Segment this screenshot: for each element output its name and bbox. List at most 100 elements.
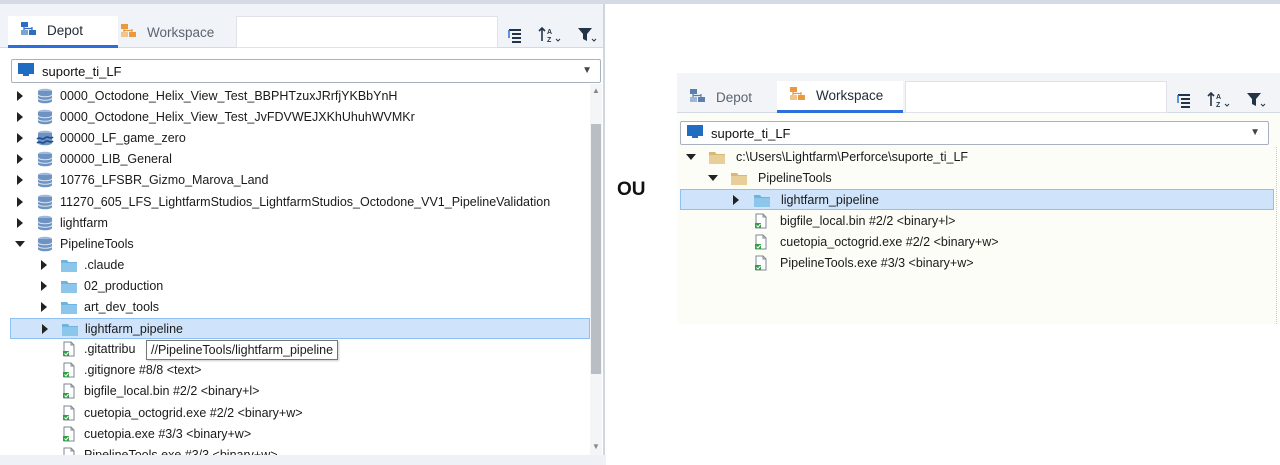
tree-item-label: 10776_LFSBR_Gizmo_Marova_Land [60, 173, 269, 188]
expand-arrow-right-icon[interactable] [14, 132, 26, 144]
tree-view-icon[interactable] [1172, 89, 1198, 111]
tree-item-cuetopia-octogrid-exe-2-2-binary-w[interactable]: cuetopia_octogrid.exe #2/2 <binary+w> [10, 403, 590, 424]
sort-icon[interactable]: AZ [1206, 89, 1232, 111]
folder-icon [60, 257, 78, 273]
tree-item-label: c:\Users\Lightfarm\Perforce\suporte_ti_L… [736, 150, 969, 164]
tree-item-00000-lib-general[interactable]: 00000_LIB_General [10, 149, 590, 170]
tree-item-label: lightfarm_pipeline [781, 193, 879, 208]
filter-icon[interactable] [574, 24, 600, 46]
scroll-down-arrow[interactable]: ▼ [591, 442, 601, 452]
tree-item-label: art_dev_tools [84, 300, 160, 314]
local-folder-icon [708, 149, 726, 165]
tab-depot-label: Depot [716, 89, 753, 105]
tree-item-label: cuetopia.exe #3/3 <binary+w> [84, 426, 252, 441]
tab-workspace-label: Workspace [816, 88, 884, 103]
vertical-scrollbar[interactable]: ▲ ▼ [590, 84, 602, 455]
tree-item-label: lightfarm [60, 215, 108, 230]
tree-item-c-users-lightfarm-perforce-suporte-ti-lf[interactable]: c:\Users\Lightfarm\Perforce\suporte_ti_L… [680, 147, 1274, 168]
tab-bar: Depot Workspace AZ [0, 4, 603, 48]
expand-arrow-right-icon[interactable] [39, 323, 51, 335]
tab-depot[interactable]: Depot [677, 81, 781, 113]
sort-icon[interactable]: AZ [537, 24, 563, 46]
expand-arrow-right-icon[interactable] [38, 301, 50, 313]
depot-tree: 0000_Octodone_Helix_View_Test_BBPHTzuxJR… [10, 84, 590, 455]
tab-bar: Depot Workspace AZ [677, 73, 1280, 113]
tree-item-cuetopia-octogrid-exe-2-2-binary-w[interactable]: cuetopia_octogrid.exe #2/2 <binary+w> [680, 232, 1274, 253]
tree-item-label: lightfarm_pipeline [85, 322, 183, 337]
depot-database-icon [36, 172, 54, 188]
expand-arrow-right-icon[interactable] [38, 280, 50, 292]
vertical-scrollbar[interactable] [1276, 147, 1280, 324]
tab-workspace[interactable]: Workspace [777, 81, 903, 113]
tree-item-label: cuetopia_octogrid.exe #2/2 <binary+w> [84, 405, 303, 420]
depot-database-icon [36, 109, 54, 125]
tree-item-gitignore-8-8-text[interactable]: .gitignore #8/8 <text> [10, 360, 590, 381]
filter-icon[interactable] [1243, 89, 1269, 111]
expand-arrow-right-icon[interactable] [14, 153, 26, 165]
depot-database-icon [36, 236, 54, 252]
tree-item-label: 02_production [84, 278, 164, 293]
tree-item-lightfarm-pipeline[interactable]: lightfarm_pipeline [10, 318, 590, 340]
tree-item-bigfile-local-bin-2-2-binary-l[interactable]: bigfile_local.bin #2/2 <binary+l> [10, 381, 590, 402]
folder-icon [753, 192, 771, 208]
tree-item-pipelinetools-exe-3-3-binary-w[interactable]: PipelineTools.exe #3/3 <binary+w> [10, 445, 590, 455]
tree-item-art-dev-tools[interactable]: art_dev_tools [10, 297, 590, 318]
expand-arrow-right-icon[interactable] [14, 174, 26, 186]
tab-bar-spacer [905, 81, 1167, 113]
monitor-icon [17, 62, 35, 81]
tree-item-lightfarm-pipeline[interactable]: lightfarm_pipeline [680, 189, 1274, 211]
tree-item-11270-605-lfs-lightfarmstudios-lightfarmstudios-octodone-vv1-pipelinevalidation[interactable]: 11270_605_LFS_LightfarmStudios_Lightfarm… [10, 192, 590, 213]
tree-item-label: 0000_Octodone_Helix_View_Test_BBPHTzuxJR… [60, 89, 398, 103]
tree-item-pipelinetools-exe-3-3-binary-w[interactable]: PipelineTools.exe #3/3 <binary+w> [680, 253, 1274, 274]
expand-arrow-down-icon[interactable] [685, 151, 697, 163]
tree-item-label: .claude [84, 257, 125, 272]
tab-workspace[interactable]: Workspace [108, 16, 234, 48]
expand-arrow-right-icon[interactable] [38, 259, 50, 271]
tree-item-02-production[interactable]: 02_production [10, 276, 590, 297]
workspace-selector[interactable]: suporte_ti_LF ▼ [680, 121, 1269, 145]
tree-item-bigfile-local-bin-2-2-binary-l[interactable]: bigfile_local.bin #2/2 <binary+l> [680, 211, 1274, 232]
workspace-selector[interactable]: suporte_ti_LF ▼ [11, 59, 601, 83]
expand-arrow-down-icon[interactable] [707, 172, 719, 184]
tree-view-icon[interactable] [503, 24, 529, 46]
tree-item-label: cuetopia_octogrid.exe #2/2 <binary+w> [780, 234, 999, 249]
tree-item-pipelinetools[interactable]: PipelineTools [680, 168, 1274, 189]
tree-item-label: 00000_LF_game_zero [60, 131, 186, 146]
workspace-view-panel: Depot Workspace AZ suporte_ti_LF ▼ c:\Us… [677, 73, 1280, 324]
expand-arrow-down-icon[interactable] [14, 238, 26, 250]
tab-depot[interactable]: Depot [8, 16, 118, 48]
file-icon [752, 234, 770, 250]
file-icon [60, 362, 78, 378]
expand-arrow-right-icon[interactable] [14, 196, 26, 208]
tree-item-pipelinetools[interactable]: PipelineTools [10, 234, 590, 255]
expand-arrow-right-icon[interactable] [14, 90, 26, 102]
depot-database-icon [36, 151, 54, 167]
svg-text:A: A [1216, 94, 1221, 101]
expand-arrow-right-icon[interactable] [730, 194, 742, 206]
svg-text:Z: Z [547, 37, 552, 44]
expand-arrow-right-icon[interactable] [14, 217, 26, 229]
workspace-icon [120, 23, 138, 42]
tree-item-label: 0000_Octodone_Helix_View_Test_JvFDVWEJXK… [60, 110, 415, 125]
tree-item-cuetopia-exe-3-3-binary-w[interactable]: cuetopia.exe #3/3 <binary+w> [10, 424, 590, 445]
tree-item-00000-lf-game-zero[interactable]: 00000_LF_game_zero [10, 128, 590, 149]
scroll-thumb[interactable] [591, 124, 601, 374]
tree-item-label: .gitattribu [84, 342, 136, 357]
scroll-up-arrow[interactable]: ▲ [591, 86, 601, 96]
tree-item-10776-lfsbr-gizmo-marova-land[interactable]: 10776_LFSBR_Gizmo_Marova_Land [10, 170, 590, 191]
monitor-icon [686, 124, 704, 143]
depot-database-icon [36, 194, 54, 210]
svg-text:A: A [547, 29, 552, 36]
tree-item-0000-octodone-helix-view-test-bbphtzuxjrrfjykbbynh[interactable]: 0000_Octodone_Helix_View_Test_BBPHTzuxJR… [10, 86, 590, 107]
tree-item-label: .gitignore #8/8 <text> [84, 363, 202, 378]
depot-database-icon [36, 215, 54, 231]
file-icon [60, 447, 78, 455]
tree-item-claude[interactable]: .claude [10, 255, 590, 276]
expand-arrow-right-icon[interactable] [14, 111, 26, 123]
tree-item-label: 11270_605_LFS_LightfarmStudios_Lightfarm… [60, 194, 551, 209]
tree-item-lightfarm[interactable]: lightfarm [10, 213, 590, 234]
status-strip [0, 455, 606, 465]
tree-item-label: PipelineTools [758, 171, 832, 186]
tree-item-0000-octodone-helix-view-test-jvfdvwejxkhuhuhwvmkr[interactable]: 0000_Octodone_Helix_View_Test_JvFDVWEJXK… [10, 107, 590, 128]
tree-item-label: bigfile_local.bin #2/2 <binary+l> [84, 384, 260, 399]
